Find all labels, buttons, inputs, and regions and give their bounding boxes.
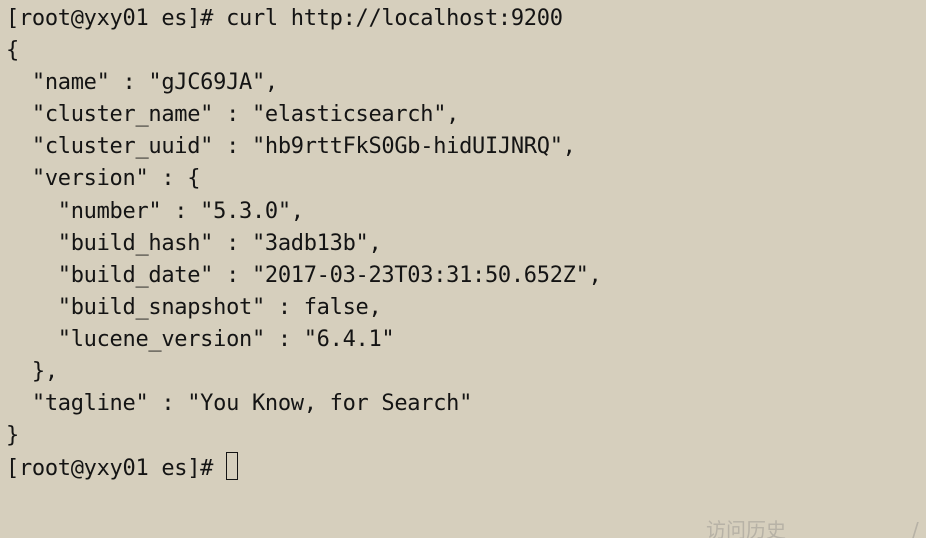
- cursor-block: [226, 452, 239, 481]
- terminal-line-output: "name" : "gJC69JA",: [6, 70, 278, 96]
- terminal-line-output: "build_snapshot" : false,: [6, 294, 382, 320]
- terminal-line-output: "lucene_version" : "6.4.1": [6, 326, 395, 352]
- terminal-line-output: {: [6, 38, 19, 64]
- terminal-line-output: "tagline" : "You Know, for Search": [6, 391, 473, 417]
- terminal-line-output: "cluster_name" : "elasticsearch",: [6, 102, 460, 128]
- terminal-line-command: [root@yxy01 es]# curl http://localhost:9…: [6, 6, 563, 31]
- history-label[interactable]: 访问历史: [706, 514, 786, 538]
- terminal-prompt: [root@yxy01 es]#: [6, 456, 227, 482]
- slash-label: /: [912, 517, 919, 538]
- terminal-line-output: "build_hash" : "3adb13b",: [6, 230, 382, 256]
- terminal-line-output: "version" : {: [6, 166, 201, 192]
- terminal-line-output: "build_date" : "2017-03-23T03:31:50.652Z…: [6, 262, 602, 288]
- terminal-line-output: }: [6, 423, 19, 449]
- terminal-prompt-line[interactable]: [root@yxy01 es]#: [6, 452, 926, 484]
- terminal-line-output: "number" : "5.3.0",: [6, 198, 304, 224]
- terminal-line-output: "cluster_uuid" : "hb9rttFkS0Gb-hidUIJNRQ…: [6, 134, 576, 160]
- terminal-window[interactable]: [root@yxy01 es]# curl http://localhost:9…: [0, 0, 926, 538]
- terminal-line-output: },: [6, 359, 58, 385]
